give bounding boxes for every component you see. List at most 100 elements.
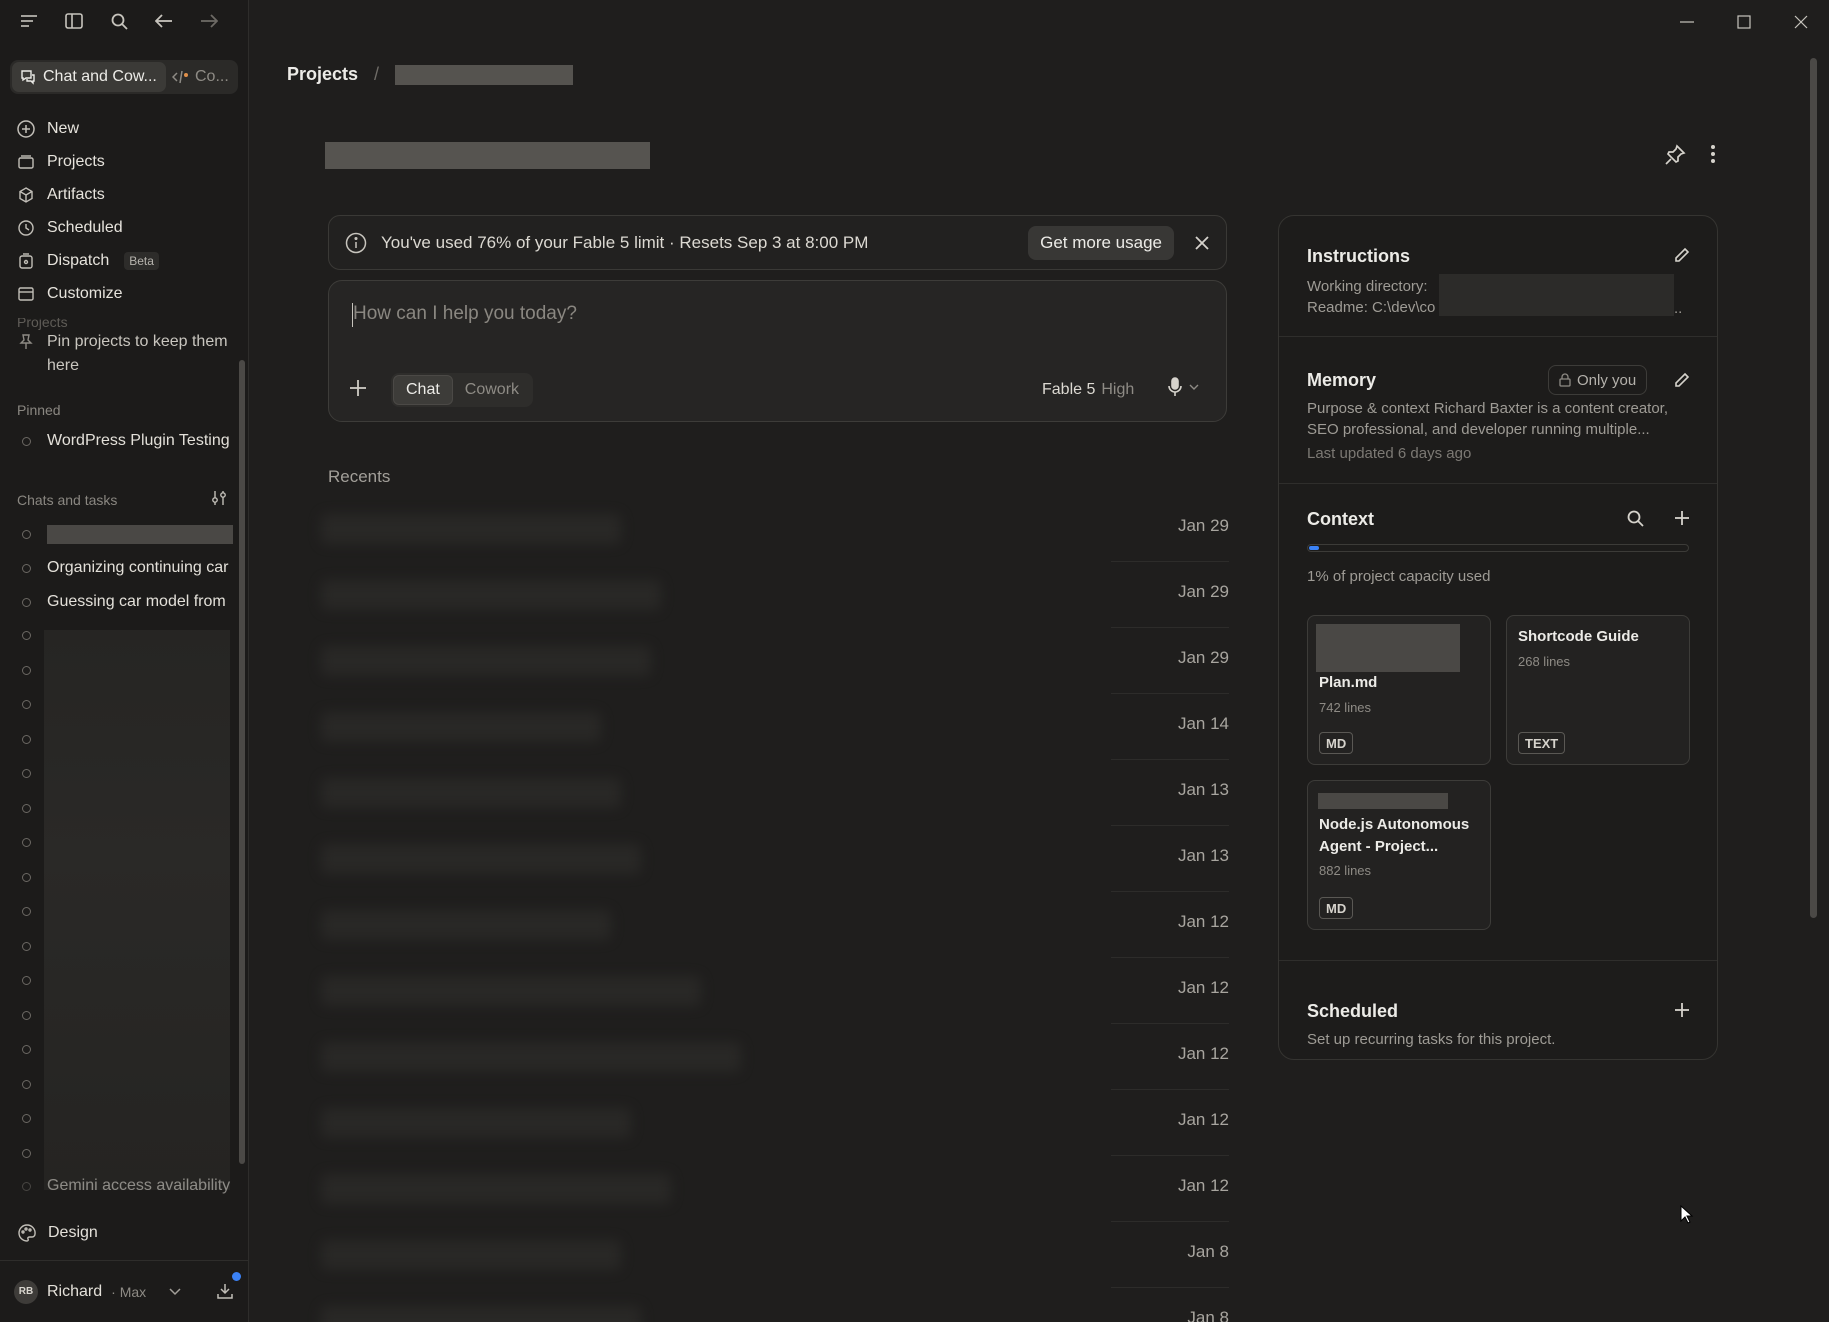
sidebar-item-design[interactable]: Design: [18, 1224, 98, 1242]
composer-placeholder[interactable]: How can I help you today?: [353, 303, 577, 325]
redacted-chat-title: [47, 524, 233, 544]
sidebar-scrollbar[interactable]: [239, 360, 245, 1164]
filter-icon[interactable]: [210, 490, 228, 506]
model-selector[interactable]: Fable 5 High: [1042, 381, 1134, 399]
edit-pencil-icon[interactable]: [1674, 372, 1690, 388]
window-controls: [1658, 8, 1829, 36]
menu-icon[interactable]: [18, 10, 40, 32]
recent-chat-date: Jan 13: [1177, 780, 1229, 799]
close-icon[interactable]: [1184, 235, 1220, 251]
recent-chat-row[interactable]: Jan 8: [321, 1222, 1229, 1288]
search-icon[interactable]: [1627, 510, 1644, 527]
status-dot-icon: [22, 872, 31, 882]
status-dot-icon: [22, 1181, 31, 1191]
file-name: Shortcode Guide: [1518, 628, 1639, 645]
mode-cowork-button[interactable]: Cowork: [453, 375, 531, 405]
mouse-cursor-icon: [1680, 1205, 1694, 1225]
redacted-chat-title: [321, 712, 601, 742]
status-dot-icon: [22, 734, 31, 744]
memory-visibility-badge[interactable]: Only you: [1548, 365, 1648, 395]
mode-tab-label: Co...: [195, 68, 229, 85]
redacted-chat-title: [321, 1108, 631, 1138]
mode-chat-button[interactable]: Chat: [393, 375, 453, 405]
recent-chat-date: Jan 12: [1177, 1176, 1229, 1195]
recent-chat-date: Jan 8: [1187, 1308, 1229, 1322]
user-plan: · Max: [111, 1283, 147, 1300]
recent-chat-row[interactable]: Jan 12: [321, 1090, 1229, 1156]
file-card-plan[interactable]: Plan.md 742 lines MD: [1307, 615, 1491, 765]
breadcrumb-projects[interactable]: Projects: [287, 64, 358, 85]
instructions-title: Instructions: [1307, 246, 1411, 266]
back-arrow-icon[interactable]: [153, 10, 175, 32]
forward-arrow-icon[interactable]: [198, 10, 220, 32]
scheduled-title: Scheduled: [1307, 1001, 1399, 1021]
status-dot-icon: [22, 907, 31, 916]
sidebar-item-scheduled[interactable]: Scheduled: [16, 211, 238, 244]
chat-item[interactable]: Organizing continuing car: [22, 556, 234, 580]
add-attachment-icon[interactable]: [349, 379, 367, 397]
voice-input-button[interactable]: [1167, 377, 1199, 397]
sidebar-item-projects[interactable]: Projects: [16, 145, 238, 178]
chat-item[interactable]: Guessing car model from: [22, 590, 234, 614]
recent-chat-row[interactable]: Jan 13: [321, 760, 1229, 826]
status-dot-icon: [22, 769, 31, 778]
status-dot-icon: [22, 631, 31, 640]
sidebar-item-customize[interactable]: Customize: [16, 277, 238, 310]
memory-summary: Purpose & context Richard Baxter is a co…: [1307, 400, 1669, 438]
pin-icon: [19, 334, 33, 378]
recent-chat-date: Jan 12: [1177, 912, 1229, 931]
main-scrollbar[interactable]: [1810, 58, 1817, 918]
recent-chat-row[interactable]: Jan 29: [321, 496, 1229, 562]
effort-level: High: [1101, 381, 1135, 398]
recents-heading: Recents: [328, 467, 391, 486]
recent-chat-date: Jan 13: [1177, 846, 1229, 865]
recent-chat-row[interactable]: Jan 14: [321, 694, 1229, 760]
capacity-fill: [1309, 546, 1319, 550]
usage-limit-text: You've used 76% of your Fable 5 limit · …: [381, 232, 869, 252]
artifacts-icon: [16, 186, 36, 203]
notification-dot: [232, 1272, 241, 1281]
maximize-icon[interactable]: [1715, 8, 1772, 36]
pin-hint: Pin projects to keep them here: [19, 330, 235, 378]
close-window-icon[interactable]: [1772, 8, 1829, 36]
redacted-chat-title: [321, 844, 641, 874]
chat-item[interactable]: [22, 522, 234, 546]
sidebar-toggle-icon[interactable]: [63, 10, 85, 32]
search-icon[interactable]: [108, 10, 130, 32]
add-scheduled-task-icon[interactable]: [1674, 1002, 1690, 1018]
mode-toggle: Chat Cowork: [391, 373, 534, 407]
edit-pencil-icon[interactable]: [1674, 247, 1690, 263]
redacted-chat-title: [321, 646, 651, 676]
pinned-project-item[interactable]: WordPress Plugin Testing: [22, 432, 234, 450]
chat-item[interactable]: Gemini access availability: [22, 1174, 234, 1198]
sidebar-item-label: Projects: [47, 152, 105, 170]
more-options-icon[interactable]: [1710, 144, 1716, 164]
message-composer[interactable]: How can I help you today? Chat Cowork Fa…: [328, 280, 1227, 422]
recent-chat-row[interactable]: Jan 12: [321, 1156, 1229, 1222]
context-title: Context: [1307, 509, 1374, 529]
recent-chat-row[interactable]: Jan 12: [321, 1024, 1229, 1090]
recent-chat-row[interactable]: Jan 29: [321, 562, 1229, 628]
add-context-icon[interactable]: [1674, 510, 1690, 526]
file-card-shortcode-guide[interactable]: Shortcode Guide 268 lines TEXT: [1506, 615, 1690, 765]
recent-chat-date: Jan 29: [1177, 648, 1229, 667]
mode-tab-code[interactable]: Co...: [168, 60, 229, 94]
mode-tab-chat-cowork[interactable]: Chat and Cow...: [12, 62, 166, 92]
recent-chat-row[interactable]: Jan 12: [321, 892, 1229, 958]
pinned-section-label: Pinned: [17, 402, 61, 418]
sidebar-item-dispatch[interactable]: Dispatch Beta: [16, 244, 238, 277]
sidebar-item-new[interactable]: New: [16, 112, 238, 145]
recent-chat-row[interactable]: Jan 8: [321, 1288, 1229, 1322]
pin-project-icon[interactable]: [1664, 144, 1686, 166]
sidebar-item-artifacts[interactable]: Artifacts: [16, 178, 238, 211]
recent-chat-row[interactable]: Jan 13: [321, 826, 1229, 892]
minimize-icon[interactable]: [1658, 8, 1715, 36]
sidebar-scroll-area[interactable]: Projects Pin projects to keep them here …: [0, 318, 240, 1206]
download-icon[interactable]: [217, 1283, 233, 1299]
get-more-usage-button[interactable]: Get more usage: [1028, 225, 1174, 260]
recent-chat-row[interactable]: Jan 12: [321, 958, 1229, 1024]
recent-chat-row[interactable]: Jan 29: [321, 628, 1229, 694]
file-card-nodejs-agent[interactable]: Node.js Autonomous Agent - Project... 88…: [1307, 780, 1491, 930]
user-menu[interactable]: RB Richard · Max: [0, 1260, 249, 1322]
file-thumbnail: [1318, 793, 1448, 809]
